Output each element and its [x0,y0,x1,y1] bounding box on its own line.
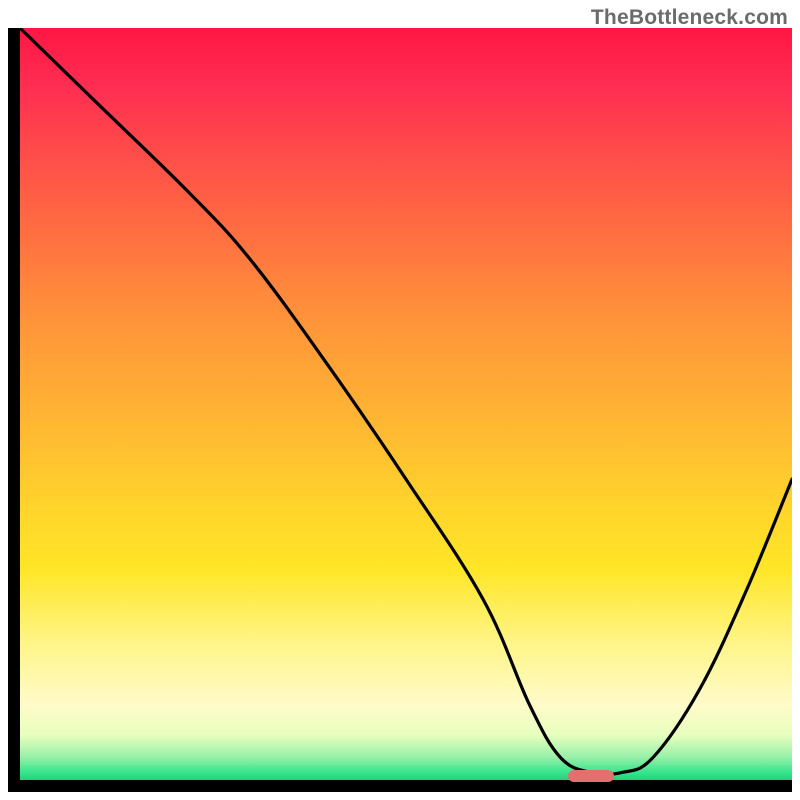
chart-frame [8,28,792,792]
watermark-text: TheBottleneck.com [591,6,788,30]
chart-plot-area [20,28,792,780]
bottleneck-curve [20,28,792,780]
optimum-marker [568,770,614,782]
